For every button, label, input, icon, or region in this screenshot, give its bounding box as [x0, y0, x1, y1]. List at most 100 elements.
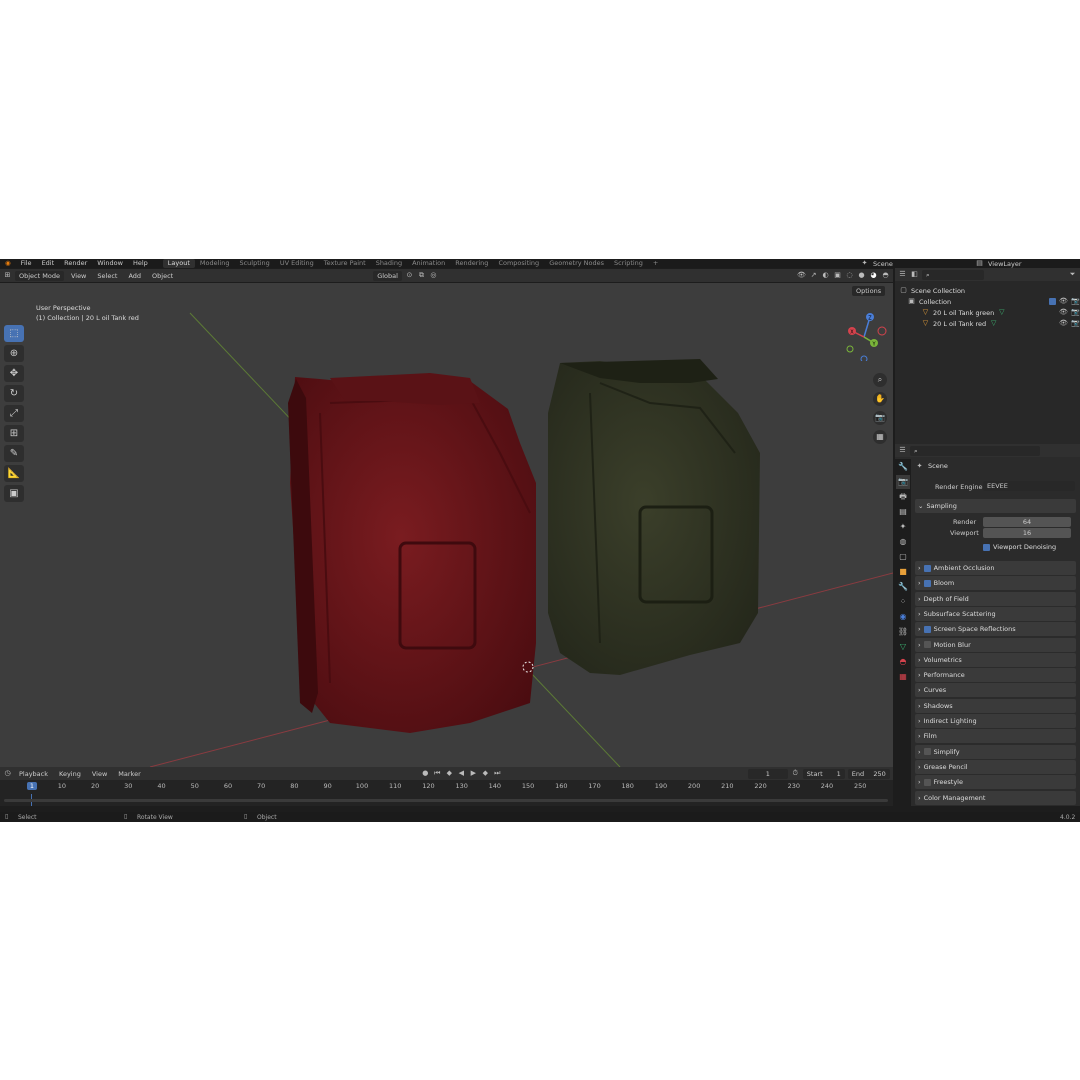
menu-keying[interactable]: Keying [55, 769, 85, 779]
outliner-editor-icon[interactable]: ☰ [898, 270, 907, 279]
mesh-data-icon[interactable]: ▽ [989, 319, 998, 328]
tab-compositing[interactable]: Compositing [493, 259, 544, 268]
transform-tool[interactable]: ⊞ [4, 425, 24, 442]
menu-view[interactable]: View [67, 271, 90, 281]
display-mode-icon[interactable]: ◧ [910, 270, 919, 279]
3d-viewport[interactable]: User Perspective (1) Collection | 20 L o… [0, 283, 893, 767]
record-icon[interactable]: ● [421, 769, 430, 778]
panel-ambient-occlusion[interactable]: › Ambient Occlusion [915, 561, 1076, 575]
panel-film[interactable]: › Film [915, 729, 1076, 744]
tab-modeling[interactable]: Modeling [195, 259, 235, 268]
snap-icon[interactable]: ⧉ [417, 271, 426, 280]
material-tab-icon[interactable]: ◓ [896, 655, 910, 669]
grid-ortho-icon[interactable]: ▦ [873, 430, 887, 444]
menu-playback[interactable]: Playback [15, 769, 52, 779]
output-tab-icon[interactable]: 🖶 [896, 490, 910, 504]
menu-object[interactable]: Object [148, 271, 177, 281]
overlay-icon[interactable]: ◐ [821, 271, 830, 280]
tool-tab-icon[interactable]: 🔧 [896, 460, 910, 474]
panel-indirect-lighting[interactable]: › Indirect Lighting [915, 714, 1076, 728]
panel-checkbox[interactable] [923, 564, 931, 572]
editor-type-icon[interactable]: ⊞ [3, 271, 12, 280]
pivot-icon[interactable]: ⊙ [405, 271, 414, 280]
render-tab-icon[interactable]: 📷 [896, 475, 910, 489]
menu-add[interactable]: Add [124, 271, 145, 281]
render-engine-dropdown[interactable]: EEVEE [983, 481, 1075, 491]
proportional-edit-icon[interactable]: ◎ [429, 271, 438, 280]
camera-icon[interactable]: 📷 [873, 411, 887, 425]
camera-restrict-icon[interactable]: 📷 [1071, 319, 1080, 328]
panel-simplify[interactable]: › Simplify [915, 744, 1076, 759]
panel-screen-space-reflections[interactable]: › Screen Space Reflections [915, 622, 1076, 637]
eye-icon[interactable]: 👁 [1059, 319, 1068, 328]
current-frame-field[interactable]: 1 [747, 768, 788, 779]
navigation-gizmo[interactable]: Z Y X [840, 313, 888, 363]
modifier-tab-icon[interactable]: 🔧 [896, 580, 910, 594]
panel-curves[interactable]: › Curves [915, 683, 1076, 698]
menu-render[interactable]: Render [59, 259, 92, 268]
move-tool[interactable]: ✥ [4, 365, 24, 382]
tab-animation[interactable]: Animation [407, 259, 450, 268]
measure-tool[interactable]: 📐 [4, 465, 24, 482]
tab-texture-paint[interactable]: Texture Paint [319, 259, 371, 268]
physics-tab-icon[interactable]: ◉ [896, 610, 910, 624]
cursor-tool[interactable]: ⊕ [4, 345, 24, 362]
outliner-search-input[interactable]: ⌕ [922, 269, 984, 280]
panel-checkbox[interactable] [923, 778, 931, 786]
add-cube-tool[interactable]: ▣ [4, 485, 24, 502]
select-box-tool[interactable]: ⬚ [4, 325, 24, 342]
panel-shadows[interactable]: › Shadows [915, 698, 1076, 713]
checkbox[interactable] [983, 543, 990, 551]
panel-subsurface-scattering[interactable]: › Subsurface Scattering [915, 606, 1076, 621]
properties-search-input[interactable]: ⌕ [910, 445, 1040, 456]
annotate-tool[interactable]: ✎ [4, 445, 24, 462]
panel-sampling[interactable]: ⌄ Sampling [915, 499, 1076, 513]
viewport-denoising-checkbox[interactable]: Viewport Denoising [983, 543, 1056, 551]
texture-tab-icon[interactable]: ▦ [896, 670, 910, 684]
blender-logo-icon[interactable]: ◉ [0, 259, 16, 268]
end-frame-field[interactable]: End 250 [847, 768, 890, 779]
panel-performance[interactable]: › Performance [915, 668, 1076, 683]
play-icon[interactable]: ▶ [469, 769, 478, 778]
outliner-object-red[interactable]: ▽ 20 L oil Tank red ▽ 👁 📷 [895, 318, 1080, 329]
mesh-data-icon[interactable]: ▽ [997, 308, 1006, 317]
zoom-icon[interactable]: ⌕ [873, 373, 887, 387]
eye-icon[interactable]: 👁 [1059, 297, 1068, 306]
constraints-tab-icon[interactable]: ⛓ [896, 625, 910, 639]
tab-uv-editing[interactable]: UV Editing [275, 259, 319, 268]
axis-gizmo[interactable]: Z Y X [840, 313, 888, 363]
tab-layout[interactable]: Layout [162, 259, 195, 268]
panel-checkbox[interactable] [923, 748, 931, 756]
tab-rendering[interactable]: Rendering [450, 259, 493, 268]
shading-material-icon[interactable]: ◕ [869, 271, 878, 280]
view-layer-tab-icon[interactable]: ▤ [896, 505, 910, 519]
tab-sculpting[interactable]: Sculpting [234, 259, 274, 268]
render-samples-field[interactable]: 64 [983, 517, 1071, 527]
tab-shading[interactable]: Shading [371, 259, 407, 268]
object-tab-icon[interactable]: ■ [896, 565, 910, 579]
filter-icon[interactable]: ⏷ [1068, 270, 1077, 279]
menu-view[interactable]: View [88, 769, 111, 779]
camera-restrict-icon[interactable]: 📷 [1071, 297, 1080, 306]
viewport-samples-field[interactable]: 16 [983, 528, 1071, 538]
outliner-object-green[interactable]: ▽ 20 L oil Tank green ▽ 👁 📷 [895, 307, 1080, 318]
world-tab-icon[interactable]: ◍ [896, 535, 910, 549]
collection-tab-icon[interactable]: ▢ [896, 550, 910, 564]
panel-volumetrics[interactable]: › Volumetrics [915, 652, 1076, 667]
shading-solid-icon[interactable]: ● [857, 271, 866, 280]
shading-wireframe-icon[interactable]: ◌ [845, 271, 854, 280]
tab-geometry-nodes[interactable]: Geometry Nodes [544, 259, 609, 268]
clock-icon[interactable]: ⏱ [791, 769, 800, 778]
panel-grease-pencil[interactable]: › Grease Pencil [915, 759, 1076, 774]
menu-marker[interactable]: Marker [114, 769, 144, 779]
data-tab-icon[interactable]: ▽ [896, 640, 910, 654]
outliner-scene-collection[interactable]: ▢ Scene Collection [895, 285, 1080, 296]
xray-icon[interactable]: ▣ [833, 271, 842, 280]
jump-end-icon[interactable]: ⏭ [493, 769, 502, 778]
eye-icon[interactable]: 👁 [1059, 308, 1068, 317]
properties-editor-icon[interactable]: ☰ [898, 446, 907, 455]
scene-selector[interactable]: ✦ Scene [860, 259, 893, 268]
panel-bloom[interactable]: › Bloom [915, 576, 1076, 591]
transform-orientation-dropdown[interactable]: Global [373, 270, 402, 281]
rotate-tool[interactable]: ↻ [4, 385, 24, 402]
